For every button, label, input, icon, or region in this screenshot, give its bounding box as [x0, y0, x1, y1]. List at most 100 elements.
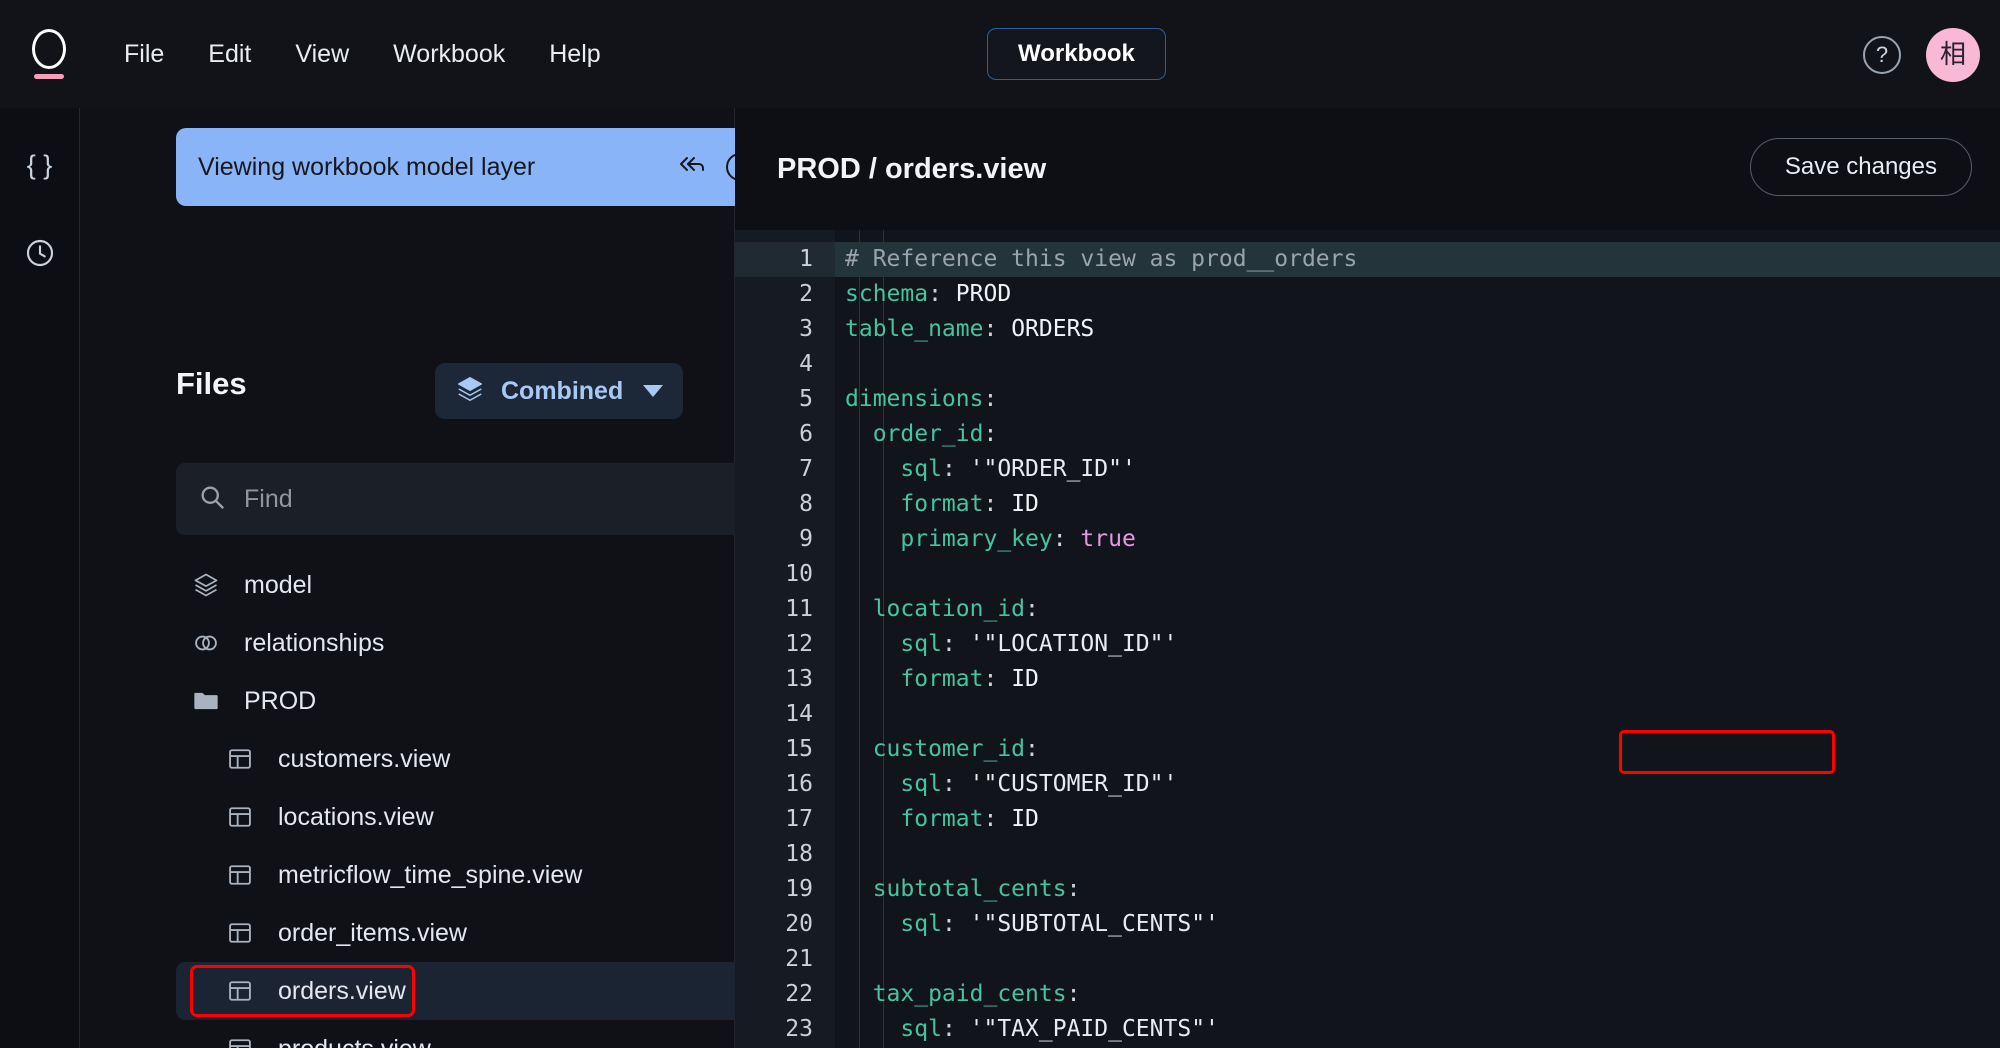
token-punct: : [941, 1016, 970, 1042]
model-layer-banner-text: Viewing workbook model layer [198, 152, 536, 181]
code-braces-glyph: { } [26, 149, 53, 180]
file-row-model[interactable]: model [176, 556, 776, 614]
token-key: subtotal_cents [845, 876, 1067, 902]
file-row-metricflow-time-spine-view[interactable]: metricflow_time_spine.view [176, 846, 776, 904]
file-row-products-view[interactable]: products.view [176, 1020, 776, 1048]
files-panel: Viewing workbook model layer ? Files Com… [80, 108, 776, 1048]
menu-item-help[interactable]: Help [527, 32, 622, 77]
code-line[interactable]: format: ID [835, 662, 2000, 697]
code-line[interactable]: sql: '"ORDER_ID"' [835, 452, 2000, 487]
code-line[interactable]: location_id: [835, 592, 2000, 627]
token-val: ID [1011, 806, 1039, 832]
token-punct: : [941, 631, 970, 657]
code-line[interactable]: primary_key: true [835, 522, 2000, 557]
line-number: 2 [799, 281, 813, 307]
code-content[interactable]: # Reference this view as prod__orders sch… [835, 230, 2000, 1048]
code-line[interactable]: order_id: [835, 417, 2000, 452]
file-row-label: PROD [244, 686, 317, 715]
token-key: sql [845, 1016, 942, 1042]
breadcrumb: PROD / orders.view [777, 153, 1047, 185]
token-key: tax_paid_cents [845, 981, 1067, 1007]
line-number: 20 [785, 911, 813, 937]
file-row-PROD[interactable]: PROD [176, 672, 776, 730]
code-line[interactable] [835, 942, 2000, 977]
line-number: 23 [785, 1016, 813, 1042]
token-key: sql [845, 456, 942, 482]
combined-layer-dropdown[interactable]: Combined [435, 363, 684, 419]
code-line[interactable]: customer_id: [835, 732, 2000, 767]
token-key: schema [845, 281, 929, 307]
line-number: 18 [785, 841, 813, 867]
code-line[interactable] [835, 347, 2000, 382]
line-number: 3 [799, 316, 813, 342]
menu-item-workbook[interactable]: Workbook [371, 32, 527, 77]
code-line[interactable]: sql: '"LOCATION_ID"' [835, 627, 2000, 662]
code-line[interactable]: sql: '"CUSTOMER_ID"' [835, 767, 2000, 802]
app-logo[interactable] [6, 29, 92, 79]
line-number: 10 [785, 561, 813, 587]
model-layer-banner[interactable]: Viewing workbook model layer ? [176, 128, 776, 206]
code-editor[interactable]: 123456789101112131415161718192021222324 … [735, 230, 2000, 1048]
file-row-locations-view[interactable]: locations.view [176, 788, 776, 846]
code-line[interactable]: schema: PROD [835, 277, 2000, 312]
line-number: 13 [785, 666, 813, 692]
revert-double-chevron-left-icon[interactable] [676, 152, 706, 183]
token-punct: : [1066, 981, 1081, 1007]
combined-label: Combined [501, 376, 624, 405]
code-line[interactable]: tax_paid_cents: [835, 977, 2000, 1012]
code-line[interactable]: table_name: ORDERS [835, 312, 2000, 347]
line-number: 9 [799, 526, 813, 552]
line-number: 4 [799, 351, 813, 377]
file-tree: model relationships PROD customers.view loca… [176, 556, 776, 1048]
token-key: dimensions [845, 386, 984, 412]
file-row-customers-view[interactable]: customers.view [176, 730, 776, 788]
line-number: 8 [799, 491, 813, 517]
workbook-tab-button[interactable]: Workbook [987, 28, 1166, 80]
code-line[interactable]: sql: '"SUBTOTAL_CENTS"' [835, 907, 2000, 942]
file-row-relationships[interactable]: relationships [176, 614, 776, 672]
menu-item-view[interactable]: View [273, 32, 371, 77]
code-line[interactable]: subtotal_cents: [835, 872, 2000, 907]
token-key: location_id [845, 596, 1026, 622]
menu-item-file[interactable]: File [102, 32, 186, 77]
line-number: 22 [785, 981, 813, 1007]
table-icon [224, 1035, 256, 1048]
code-line[interactable]: dimensions: [835, 382, 2000, 417]
help-icon[interactable]: ? [1863, 36, 1901, 74]
code-line[interactable]: sql: '"TAX_PAID_CENTS"' [835, 1012, 2000, 1047]
chevron-down-icon[interactable] [643, 385, 664, 397]
table-icon [224, 977, 256, 1005]
line-number: 11 [785, 596, 813, 622]
line-number: 5 [799, 386, 813, 412]
file-row-label: locations.view [278, 802, 434, 831]
save-changes-button[interactable]: Save changes [1749, 138, 1972, 196]
token-bool: true [1080, 526, 1136, 552]
search-input[interactable] [244, 484, 754, 514]
line-number: 12 [785, 631, 813, 657]
token-key: format [845, 806, 984, 832]
token-key: format [845, 666, 984, 692]
code-braces-icon[interactable]: { } [13, 138, 67, 192]
code-line[interactable]: format: ID [835, 802, 2000, 837]
token-punct: : [1066, 876, 1081, 902]
code-line[interactable] [835, 557, 2000, 592]
menu-item-edit[interactable]: Edit [186, 32, 273, 77]
search-box[interactable] [176, 463, 776, 535]
clock-history-icon[interactable] [13, 226, 67, 280]
token-punct: : [941, 456, 970, 482]
file-row-label: model [244, 570, 313, 599]
avatar[interactable]: 相 [1926, 28, 1980, 82]
token-key: customer_id [845, 736, 1026, 762]
code-line[interactable] [835, 697, 2000, 732]
layers-icon [190, 571, 222, 599]
code-line[interactable] [835, 837, 2000, 872]
file-row-order-items-view[interactable]: order_items.view [176, 904, 776, 962]
token-val: PROD [955, 281, 1012, 307]
files-heading: Files [176, 366, 247, 401]
code-line[interactable]: # Reference this view as prod__orders [835, 242, 2000, 277]
token-key: primary_key [845, 526, 1053, 552]
code-line[interactable]: format: ID [835, 487, 2000, 522]
file-row-orders-view[interactable]: orders.view [176, 962, 776, 1020]
file-row-label: products.view [278, 1035, 431, 1048]
token-punct: : [983, 491, 1012, 517]
